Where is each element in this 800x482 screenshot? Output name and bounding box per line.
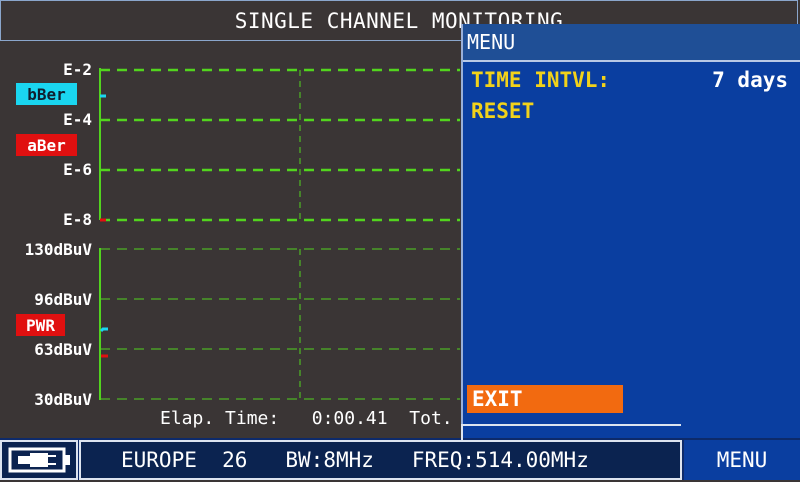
overlay-frame-edge (461, 424, 681, 440)
menu-value-time-interval[interactable]: 7 days (712, 68, 788, 92)
menu-item-time-interval[interactable]: TIME INTVL: (471, 68, 610, 92)
channel-info: EUROPE 26 BW:8MHz FREQ:514.00MHz (79, 440, 682, 480)
exit-button[interactable]: EXIT (467, 385, 623, 413)
bandwidth-label: BW:8MHz (285, 448, 374, 472)
menu-item-reset[interactable]: RESET (471, 99, 534, 123)
menu-header: MENU (463, 24, 800, 62)
region-label: EUROPE (121, 448, 197, 472)
menu-button[interactable]: MENU (684, 440, 800, 480)
battery-icon (8, 447, 70, 473)
elapsed-label: Elap. Time: (160, 408, 280, 429)
channel-number: 26 (222, 448, 248, 472)
frequency-label: FREQ:514.00MHz (411, 448, 589, 472)
battery-indicator (0, 440, 78, 480)
elapsed-value: 0:00.41 (311, 408, 388, 429)
pwr-trace-cyan (99, 327, 108, 333)
menu-panel: MENU TIME INTVL: 7 days RESET EXIT (461, 24, 800, 439)
